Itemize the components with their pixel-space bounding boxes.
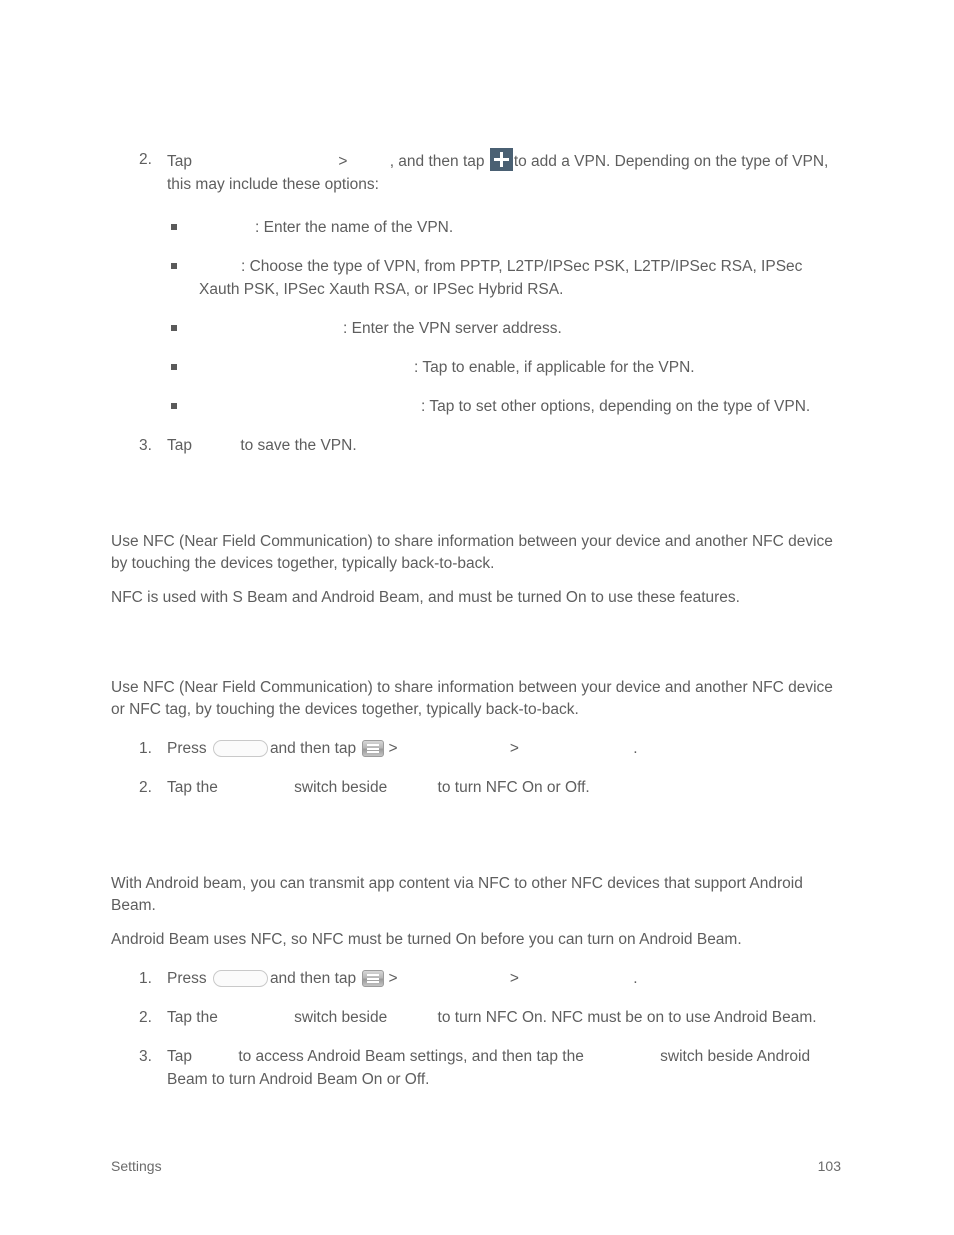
vpn-option-ppp-encryption: PPP encryption (MPPE): Tap to enable, if… — [111, 356, 841, 379]
step-number: 3. — [139, 437, 152, 454]
step-text-end: to turn NFC On or Off. — [437, 779, 590, 796]
step-text-press: Press — [167, 740, 207, 757]
step-text-tap-the: Tap the — [167, 1009, 218, 1026]
step-text-end: to turn NFC On. NFC must be on to use An… — [437, 1009, 817, 1026]
step-text-tap: Tap — [167, 153, 192, 170]
step-text-after-path: , and then tap — [389, 153, 485, 170]
nfc-intro-paragraph-2: NFC is used with S Beam and Android Beam… — [111, 589, 740, 606]
page-content: 2.Tap Settings> VPN, and then tap to add… — [111, 118, 841, 1091]
step-number: 1. — [139, 740, 152, 757]
vpn-option-server-address: Server address: Enter the VPN server add… — [111, 317, 841, 340]
android-beam-steps-list: 1.Press and then tap > Settings> NFC. 2.… — [111, 967, 841, 1091]
nfc-step-1: 1.Press and then tap > Settings> NFC. — [111, 737, 841, 760]
home-key-icon[interactable] — [212, 740, 268, 757]
step-text-middle: to access Android Beam settings, and the… — [238, 1048, 584, 1065]
step-text-press: Press — [167, 970, 207, 987]
step-text-switch-beside: switch beside — [660, 1048, 754, 1065]
footer-section-label: Settings — [111, 1158, 162, 1174]
step-text-tap: Tap — [167, 1048, 192, 1065]
step-number: 2. — [139, 1009, 152, 1026]
home-key-icon[interactable] — [212, 970, 268, 987]
step-text-tap: Tap — [167, 437, 192, 454]
vpn-option-name: Name: Enter the name of the VPN. — [111, 216, 841, 239]
page-number: 103 — [817, 1158, 841, 1174]
bullet-square-icon — [171, 364, 177, 370]
step-text-after: to save the VPN. — [240, 437, 357, 454]
bullet-square-icon — [171, 403, 177, 409]
vpn-option-text: : Tap to set other options, depending on… — [421, 398, 811, 415]
page-footer: Settings 103 — [111, 1158, 841, 1174]
vpn-step-2: 2.Tap Settings> VPN, and then tap to add… — [111, 148, 841, 196]
step-text-and-then-tap: and then tap — [269, 970, 357, 987]
vpn-option-advanced: Show advanced options: Tap to set other … — [111, 395, 841, 418]
menu-icon[interactable] — [362, 970, 385, 987]
path-separator-2: > — [509, 740, 519, 757]
path-separator: > — [338, 153, 348, 170]
add-vpn-plus-icon[interactable] — [489, 148, 513, 171]
vpn-option-text: : Enter the name of the VPN. — [255, 219, 454, 236]
android-beam-paragraph-1: With Android beam, you can transmit app … — [111, 875, 803, 914]
bullet-square-icon — [171, 325, 177, 331]
step-text-switch-beside: switch beside — [294, 779, 388, 796]
vpn-step-3: 3.Tap Saveto save the VPN. — [111, 434, 841, 457]
vpn-option-type: Type: Choose the type of VPN, from PPTP,… — [111, 255, 841, 301]
android-beam-paragraph-2: Android Beam uses NFC, so NFC must be tu… — [111, 931, 742, 948]
android-beam-step-1: 1.Press and then tap > Settings> NFC. — [111, 967, 841, 990]
manual-page: 2.Tap Settings> VPN, and then tap to add… — [0, 0, 954, 1235]
bullet-square-icon — [171, 224, 177, 230]
step-text-and-then-tap: and then tap — [269, 740, 357, 757]
vpn-option-text: : Enter the VPN server address. — [343, 320, 562, 337]
nfc-intro-paragraph-1: Use NFC (Near Field Communication) to sh… — [111, 533, 833, 572]
nfc-paragraph-1: Use NFC (Near Field Communication) to sh… — [111, 679, 833, 718]
menu-icon[interactable] — [362, 740, 385, 757]
nfc-step-2: 2.Tap the ON/OFFswitch beside NFCto turn… — [111, 776, 841, 799]
android-beam-step-3: 3.Tap NFCto access Android Beam settings… — [111, 1045, 841, 1091]
path-separator-1: > — [388, 740, 398, 757]
step-text-switch-beside: switch beside — [294, 1009, 388, 1026]
step-number: 3. — [139, 1048, 152, 1065]
android-beam-step-2: 2.Tap the ON/OFFswitch beside NFCto turn… — [111, 1006, 841, 1029]
step-text-tap-the: Tap the — [167, 779, 218, 796]
step-number: 2. — [139, 151, 152, 168]
vpn-steps-list-continued: 3.Tap Saveto save the VPN. — [111, 434, 841, 457]
step-number: 1. — [139, 970, 152, 987]
step-period: . — [633, 970, 638, 987]
bullet-square-icon — [171, 263, 177, 269]
vpn-options-list: Name: Enter the name of the VPN. Type: C… — [111, 216, 841, 418]
nfc-steps-list: 1.Press and then tap > Settings> NFC. 2.… — [111, 737, 841, 799]
vpn-option-text: : Tap to enable, if applicable for the V… — [414, 359, 695, 376]
path-separator-1: > — [388, 970, 398, 987]
vpn-steps-list: 2.Tap Settings> VPN, and then tap to add… — [111, 148, 841, 196]
step-number: 2. — [139, 779, 152, 796]
step-period: . — [633, 740, 638, 757]
path-separator-2: > — [509, 970, 519, 987]
vpn-option-text: : Choose the type of VPN, from PPTP, L2T… — [199, 258, 803, 298]
